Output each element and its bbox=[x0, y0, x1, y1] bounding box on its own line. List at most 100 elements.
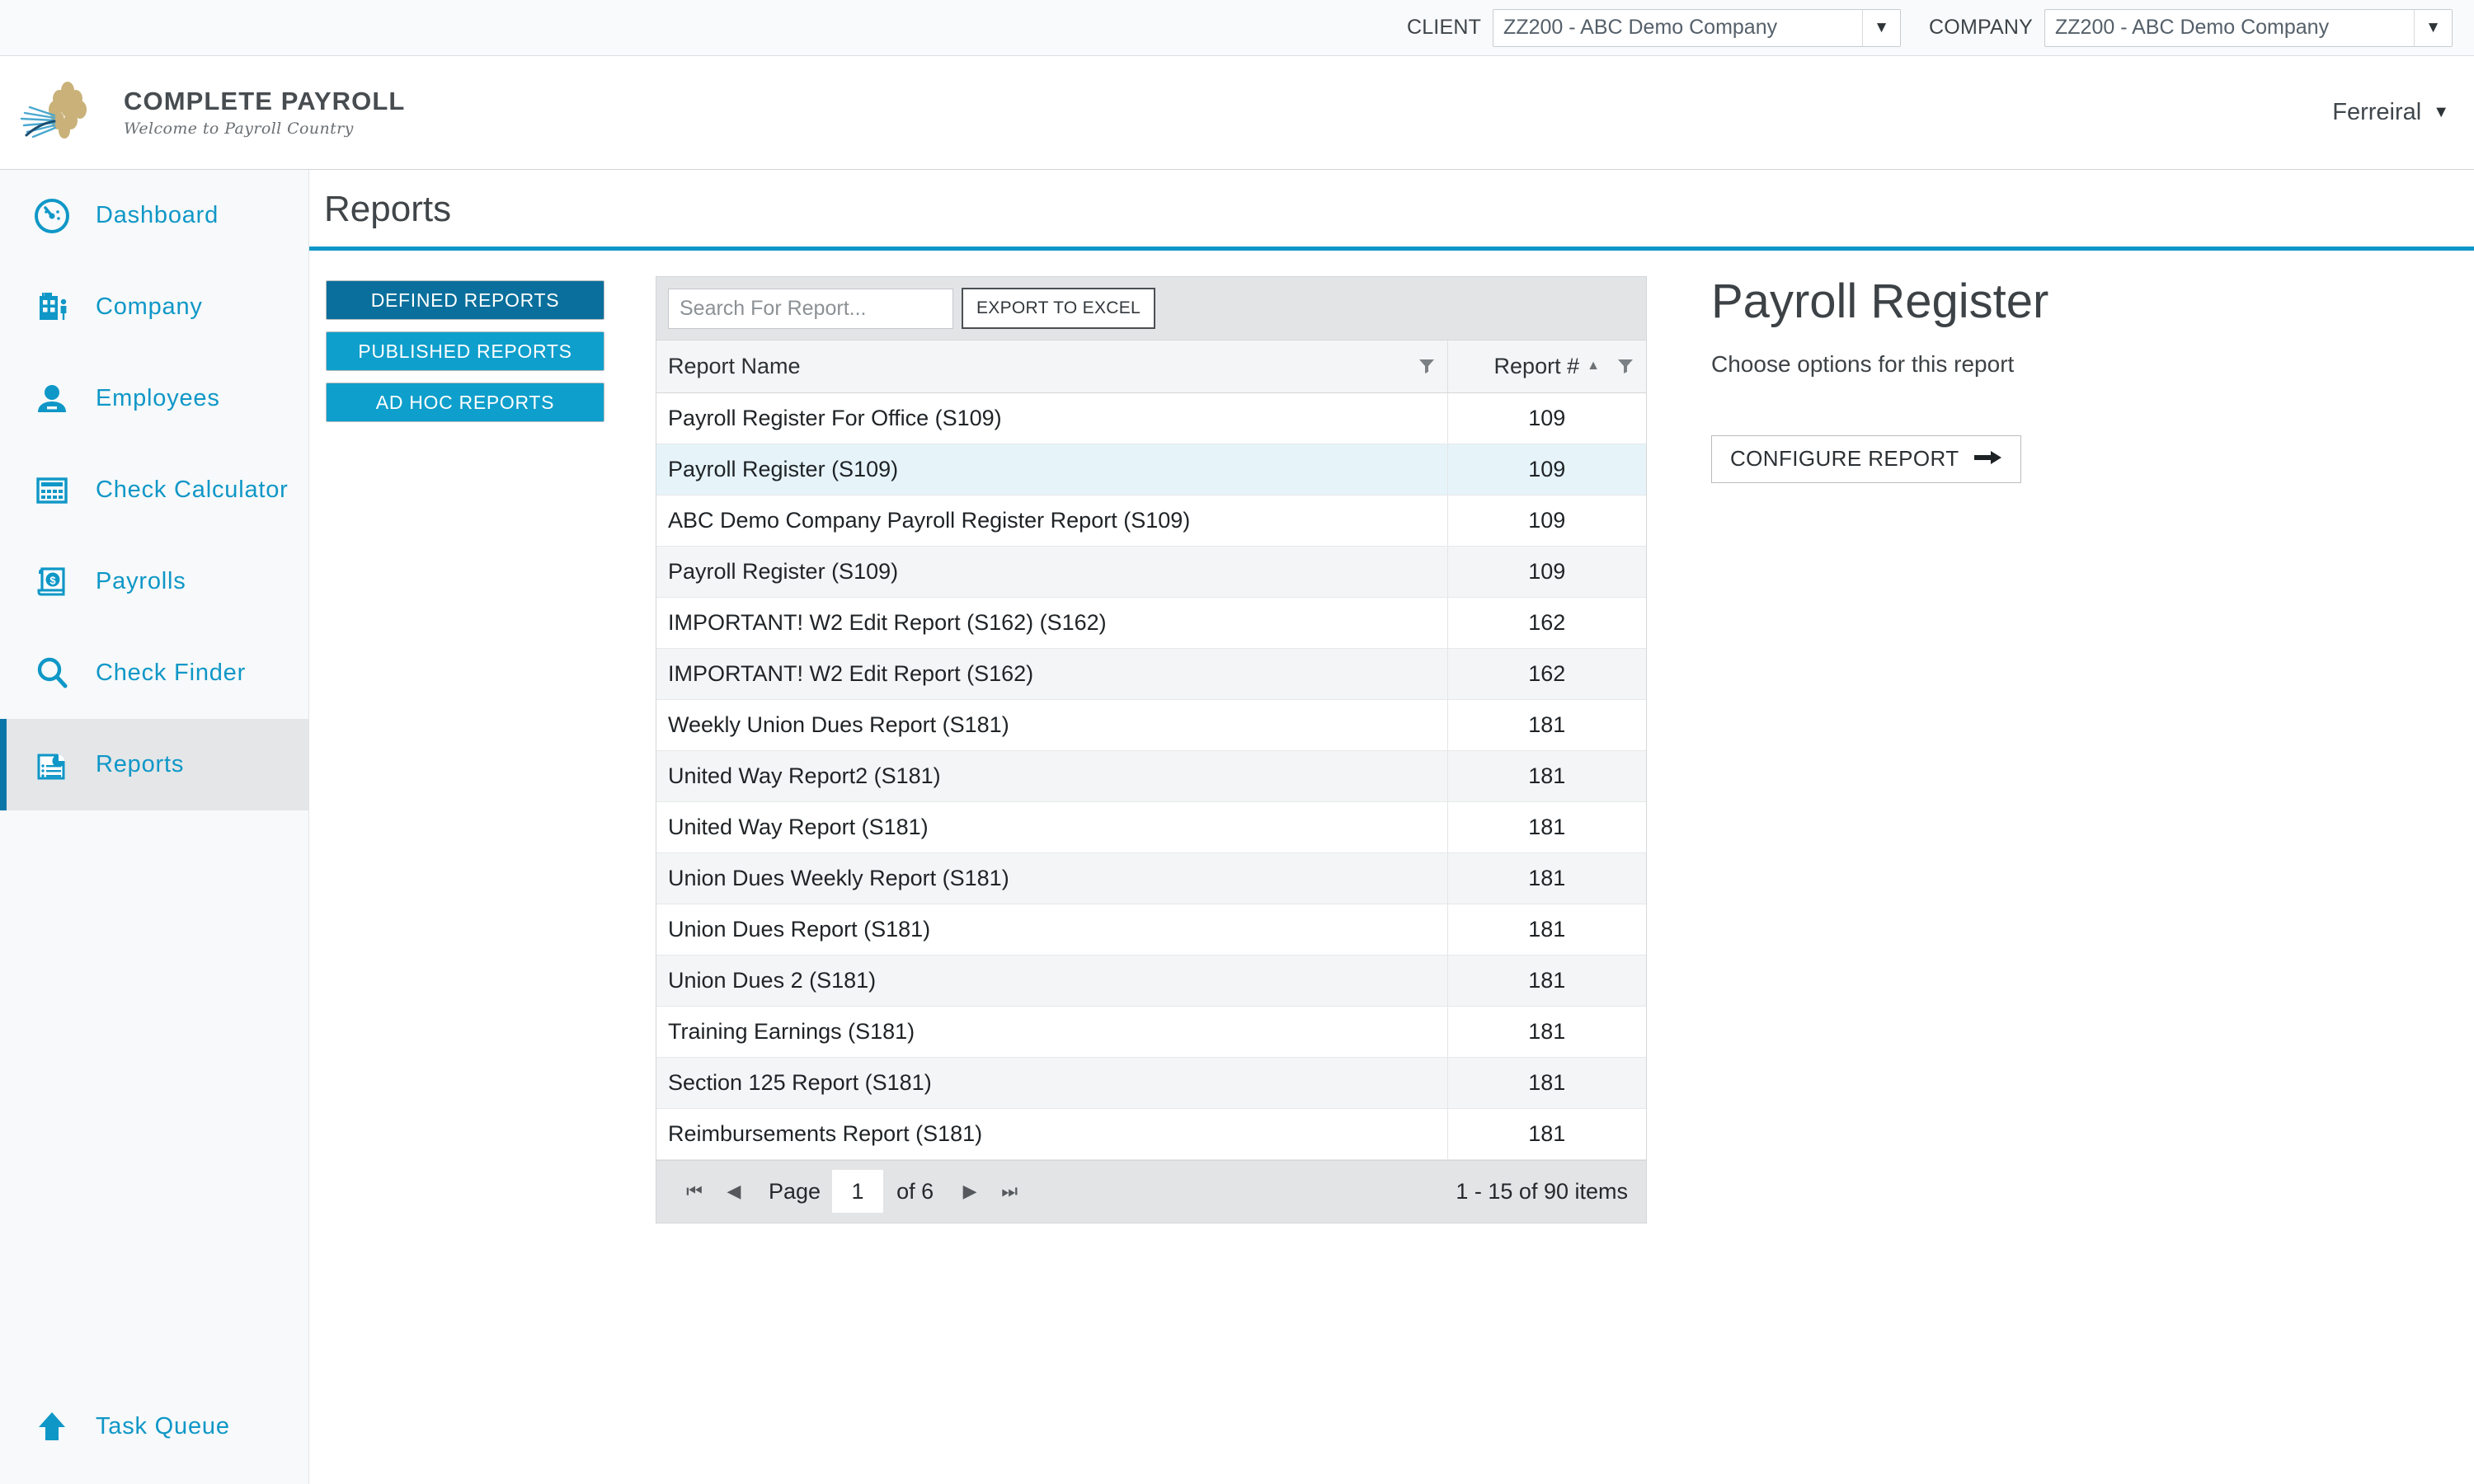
table-row[interactable]: Union Dues Report (S181)181 bbox=[656, 904, 1646, 955]
top-utility-bar: CLIENT ZZ200 - ABC Demo Company ▼ COMPAN… bbox=[0, 0, 2474, 56]
table-row[interactable]: Union Dues Weekly Report (S181)181 bbox=[656, 852, 1646, 904]
client-selector[interactable]: CLIENT ZZ200 - ABC Demo Company ▼ bbox=[1407, 9, 1901, 47]
sidebar-item-employees[interactable]: Employees bbox=[0, 353, 308, 444]
cell-report-number: 181 bbox=[1447, 750, 1646, 801]
previous-page-button[interactable]: ◀ bbox=[714, 1172, 754, 1211]
column-header-report-number[interactable]: Report # ▲ bbox=[1447, 340, 1646, 392]
export-to-excel-button[interactable]: EXPORT TO EXCEL bbox=[962, 288, 1155, 329]
company-selector[interactable]: COMPANY ZZ200 - ABC Demo Company ▼ bbox=[1929, 9, 2453, 47]
next-page-button[interactable]: ▶ bbox=[950, 1172, 990, 1211]
cell-report-name: Union Dues Report (S181) bbox=[656, 904, 1447, 955]
column-label: Report # bbox=[1494, 354, 1580, 379]
sidebar-item-label: Reports bbox=[96, 751, 184, 778]
table-row[interactable]: IMPORTANT! W2 Edit Report (S162)162 bbox=[656, 648, 1646, 699]
cell-report-number: 109 bbox=[1447, 546, 1646, 597]
table-row[interactable]: Payroll Register For Office (S109)109 bbox=[656, 392, 1646, 444]
cell-report-number: 181 bbox=[1447, 852, 1646, 904]
report-detail-title: Payroll Register bbox=[1711, 275, 2387, 328]
reports-icon bbox=[28, 742, 76, 788]
table-row[interactable]: IMPORTANT! W2 Edit Report (S162) (S162)1… bbox=[656, 597, 1646, 648]
sort-ascending-icon: ▲ bbox=[1587, 359, 1600, 373]
sidebar-item-label: Dashboard bbox=[96, 202, 219, 229]
cell-report-number: 181 bbox=[1447, 1006, 1646, 1057]
table-header-row: Report Name Report # ▲ bbox=[656, 340, 1646, 392]
cell-report-name: Weekly Union Dues Report (S181) bbox=[656, 699, 1447, 750]
cell-report-number: 181 bbox=[1447, 801, 1646, 852]
report-detail-subtitle: Choose options for this report bbox=[1711, 351, 2387, 378]
sidebar-item-payrolls[interactable]: $ Payrolls bbox=[0, 536, 308, 627]
sidebar-item-check-finder[interactable]: Check Finder bbox=[0, 627, 308, 719]
report-detail-panel: Payroll Register Choose options for this… bbox=[1711, 275, 2387, 483]
table-row[interactable]: United Way Report (S181)181 bbox=[656, 801, 1646, 852]
search-icon bbox=[28, 650, 76, 697]
table-row[interactable]: Reimbursements Report (S181)181 bbox=[656, 1108, 1646, 1159]
logo[interactable]: COMPLETE PAYROLL Welcome to Payroll Coun… bbox=[16, 76, 405, 150]
cell-report-name: United Way Report2 (S181) bbox=[656, 750, 1447, 801]
page-label: Page bbox=[769, 1179, 821, 1205]
dashboard-icon bbox=[28, 193, 76, 239]
table-row[interactable]: Payroll Register (S109)109 bbox=[656, 444, 1646, 495]
cell-report-number: 181 bbox=[1447, 904, 1646, 955]
pager: ⏮ ◀ Page of 6 ▶ ⏭ bbox=[675, 1170, 1029, 1213]
first-page-button[interactable]: ⏮ bbox=[675, 1172, 714, 1211]
sidebar-item-label: Check Calculator bbox=[96, 477, 289, 504]
filter-icon-report-number[interactable] bbox=[1616, 357, 1634, 375]
chevron-down-icon[interactable]: ▼ bbox=[2414, 10, 2452, 46]
configure-report-button[interactable]: CONFIGURE REPORT bbox=[1711, 435, 2021, 483]
client-label: CLIENT bbox=[1407, 16, 1481, 40]
logo-tagline: Welcome to Payroll Country bbox=[124, 120, 405, 138]
chevron-down-icon[interactable]: ▼ bbox=[1862, 10, 1900, 46]
sidebar-item-check-calculator[interactable]: Check Calculator bbox=[0, 444, 308, 536]
user-menu[interactable]: Ferreiral ▼ bbox=[2332, 99, 2449, 126]
column-header-report-name[interactable]: Report Name bbox=[656, 340, 1447, 392]
cell-report-name: IMPORTANT! W2 Edit Report (S162) bbox=[656, 648, 1447, 699]
table-row[interactable]: Weekly Union Dues Report (S181)181 bbox=[656, 699, 1646, 750]
table-row[interactable]: Training Earnings (S181)181 bbox=[656, 1006, 1646, 1057]
cell-report-number: 109 bbox=[1447, 444, 1646, 495]
item-range-label: 1 - 15 of 90 items bbox=[1456, 1179, 1628, 1205]
user-name: Ferreiral bbox=[2332, 99, 2421, 126]
table-row[interactable]: Payroll Register (S109)109 bbox=[656, 546, 1646, 597]
brand-header: COMPLETE PAYROLL Welcome to Payroll Coun… bbox=[0, 56, 2474, 170]
sidebar-item-label: Company bbox=[96, 294, 203, 321]
sidebar-item-label: Check Finder bbox=[96, 660, 246, 687]
sidebar-item-reports[interactable]: Reports bbox=[0, 719, 308, 810]
chevron-down-icon[interactable]: ▼ bbox=[2433, 103, 2449, 122]
cell-report-number: 181 bbox=[1447, 699, 1646, 750]
sidebar-item-dashboard[interactable]: Dashboard bbox=[0, 170, 308, 261]
table-row[interactable]: United Way Report2 (S181)181 bbox=[656, 750, 1646, 801]
ad-hoc-reports-button[interactable]: AD HOC REPORTS bbox=[326, 383, 604, 422]
company-dropdown[interactable]: ZZ200 - ABC Demo Company ▼ bbox=[2044, 9, 2453, 47]
sidebar-item-company[interactable]: Company bbox=[0, 261, 308, 353]
cell-report-number: 162 bbox=[1447, 597, 1646, 648]
filter-icon-report-name[interactable] bbox=[1418, 357, 1436, 375]
published-reports-button[interactable]: PUBLISHED REPORTS bbox=[326, 331, 604, 371]
company-value: ZZ200 - ABC Demo Company bbox=[2045, 10, 2414, 46]
grid-toolbar: EXPORT TO EXCEL bbox=[656, 277, 1646, 340]
configure-report-label: CONFIGURE REPORT bbox=[1730, 446, 1959, 472]
defined-reports-button[interactable]: DEFINED REPORTS bbox=[326, 280, 604, 320]
last-page-button[interactable]: ⏭ bbox=[990, 1172, 1029, 1211]
cell-report-name: Section 125 Report (S181) bbox=[656, 1057, 1447, 1108]
cell-report-number: 181 bbox=[1447, 955, 1646, 1006]
page-total-label: of 6 bbox=[896, 1179, 934, 1205]
cell-report-name: United Way Report (S181) bbox=[656, 801, 1447, 852]
page-number-input[interactable] bbox=[832, 1170, 883, 1213]
table-row[interactable]: ABC Demo Company Payroll Register Report… bbox=[656, 495, 1646, 546]
company-icon bbox=[28, 284, 76, 331]
cell-report-name: Payroll Register (S109) bbox=[656, 546, 1447, 597]
client-value: ZZ200 - ABC Demo Company bbox=[1493, 10, 1862, 46]
table-row[interactable]: Section 125 Report (S181)181 bbox=[656, 1057, 1646, 1108]
cell-report-number: 162 bbox=[1447, 648, 1646, 699]
cell-report-name: Union Dues Weekly Report (S181) bbox=[656, 852, 1447, 904]
client-dropdown[interactable]: ZZ200 - ABC Demo Company ▼ bbox=[1493, 9, 1901, 47]
payrolls-icon: $ bbox=[28, 559, 76, 605]
cell-report-name: Union Dues 2 (S181) bbox=[656, 955, 1447, 1006]
search-input[interactable] bbox=[668, 289, 953, 329]
page-header: Reports bbox=[309, 170, 2474, 248]
arrow-right-icon bbox=[1974, 446, 2002, 472]
sidebar-item-task-queue[interactable]: Task Queue bbox=[0, 1403, 308, 1449]
table-row[interactable]: Union Dues 2 (S181)181 bbox=[656, 955, 1646, 1006]
logo-title: COMPLETE PAYROLL bbox=[124, 88, 405, 114]
svg-text:$: $ bbox=[49, 574, 56, 586]
